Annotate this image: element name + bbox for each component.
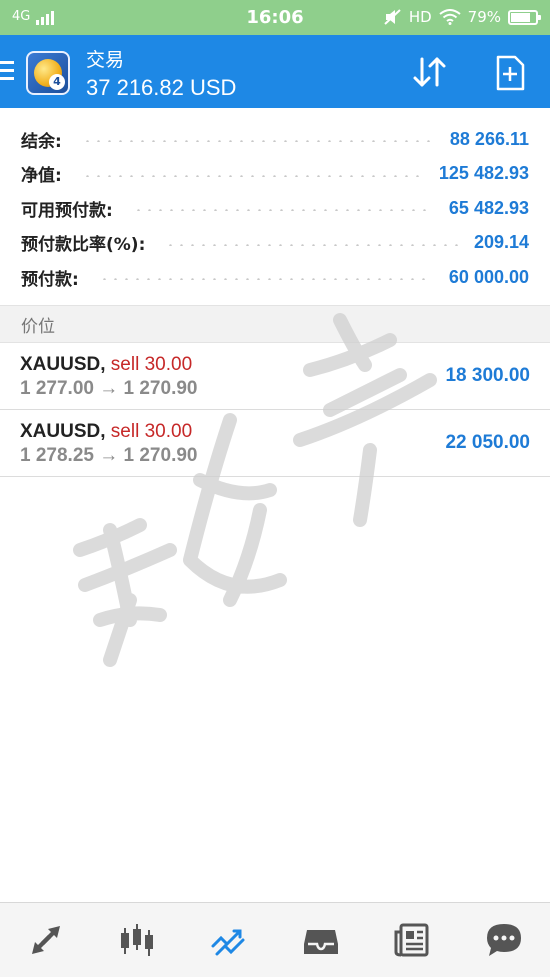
hd-indicator: HD — [408, 8, 432, 26]
position-prices: 1 278.25 → 1 270.90 — [20, 444, 198, 466]
free-margin-value: 65 482.93 — [448, 197, 529, 218]
battery-icon — [508, 9, 541, 25]
summary-row-free-margin: 可用预付款: 65 482.93 — [0, 191, 550, 226]
nav-history[interactable] — [291, 910, 351, 970]
dotted-leader — [81, 174, 423, 177]
summary-row-margin: 预付款: 60 000.00 — [0, 260, 550, 295]
summary-row-balance: 结余: 88 266.11 — [0, 122, 550, 157]
position-symbol: XAUUSD, — [20, 353, 106, 375]
bottom-navigation — [0, 902, 550, 977]
new-document-icon — [496, 55, 525, 91]
margin-value: 60 000.00 — [448, 266, 529, 287]
battery-level — [511, 12, 530, 22]
position-symbol-line: XAUUSD, sell 30.00 — [20, 421, 192, 443]
nav-chart[interactable] — [107, 910, 167, 970]
version-badge-icon: 4 — [49, 74, 65, 90]
app-bar: 4 交易 37 216.82 USD — [0, 35, 550, 108]
mute-icon — [384, 9, 401, 25]
sort-arrows-icon — [413, 57, 446, 87]
dotted-leader — [165, 243, 458, 246]
margin-label: 预付款: — [21, 269, 79, 290]
news-icon — [394, 923, 429, 957]
position-side-volume: sell 30.00 — [110, 420, 193, 442]
dotted-leader — [81, 140, 434, 143]
app-logo[interactable]: 4 — [26, 51, 70, 95]
new-order-button[interactable] — [490, 53, 530, 93]
inbox-history-icon — [303, 930, 338, 954]
position-profit: 18 300.00 — [445, 364, 530, 386]
chat-icon — [487, 924, 522, 956]
nav-trade[interactable] — [199, 910, 259, 970]
position-row[interactable]: XAUUSD, sell 30.00 1 277.00 → 1 270.90 1… — [0, 343, 550, 410]
free-margin-label: 可用预付款: — [21, 200, 113, 221]
trade-trend-icon — [211, 929, 245, 956]
status-bar: 4G 16:06 HD 79% — [0, 0, 550, 35]
position-symbol-line: XAUUSD, sell 30.00 — [20, 354, 192, 376]
candlestick-chart-icon — [121, 924, 154, 956]
dotted-leader — [132, 209, 433, 212]
menu-icon[interactable] — [0, 61, 14, 81]
margin-level-label: 预付款比率(%): — [21, 235, 146, 256]
position-side-volume: sell 30.00 — [110, 353, 193, 375]
summary-row-margin-level: 预付款比率(%): 209.14 — [0, 226, 550, 261]
page-title: 交易 — [86, 50, 125, 71]
balance-display: 37 216.82 USD — [86, 75, 237, 100]
quotes-arrows-icon — [31, 926, 60, 954]
balance-label: 结余: — [21, 131, 62, 152]
position-prices: 1 277.00 → 1 270.90 — [20, 377, 198, 399]
position-row[interactable]: XAUUSD, sell 30.00 1 278.25 → 1 270.90 2… — [0, 410, 550, 477]
dotted-leader — [98, 278, 433, 281]
nav-news[interactable] — [382, 910, 442, 970]
position-profit: 22 050.00 — [445, 431, 530, 453]
account-summary: 结余: 88 266.11 净值: 125 482.93 可用预付款: 65 4… — [0, 108, 550, 295]
sort-button[interactable] — [410, 53, 450, 93]
equity-label: 净值: — [21, 166, 62, 187]
balance-value: 88 266.11 — [449, 128, 529, 149]
nav-quotes[interactable] — [16, 910, 76, 970]
nav-chat[interactable] — [474, 910, 534, 970]
position-symbol: XAUUSD, — [20, 420, 106, 442]
battery-percent: 79% — [467, 8, 501, 26]
status-right: HD 79% — [384, 8, 541, 26]
summary-row-equity: 净值: 125 482.93 — [0, 157, 550, 192]
wifi-icon — [439, 9, 461, 25]
positions-section-header: 价位 — [0, 304, 550, 343]
margin-level-value: 209.14 — [473, 232, 529, 253]
equity-value: 125 482.93 — [438, 163, 529, 184]
